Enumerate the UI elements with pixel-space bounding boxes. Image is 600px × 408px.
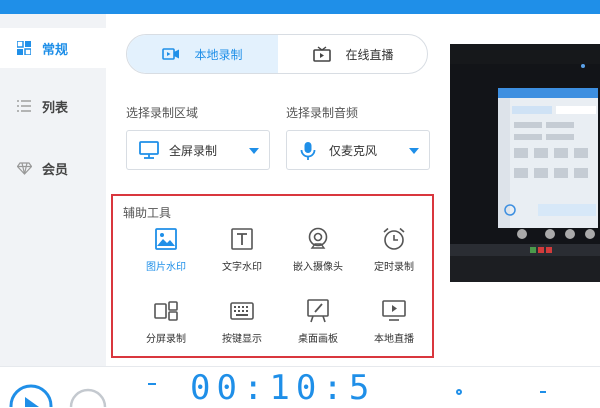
grid-icon <box>16 40 32 56</box>
tool-label: 按键显示 <box>222 334 262 345</box>
sidebar-item-label: 常规 <box>42 42 69 58</box>
record-area-value: 全屏录制 <box>169 143 218 158</box>
webcam-icon <box>305 226 331 252</box>
tool-label: 文字水印 <box>222 262 262 273</box>
tool-label: 本地直播 <box>374 334 414 345</box>
tool-label: 嵌入摄像头 <box>293 262 343 273</box>
title-bar <box>0 0 600 14</box>
tool-local-live[interactable]: 本地直播 <box>358 298 430 348</box>
tool-label: 分屏录制 <box>146 334 186 345</box>
sidebar-item-list[interactable]: 列表 <box>0 86 106 126</box>
image-icon <box>153 226 179 252</box>
tool-label: 定时录制 <box>374 262 414 273</box>
sidebar-item-label: 会员 <box>42 162 69 178</box>
tools-panel: 辅助工具 图片水印 文字水印 嵌入摄像头 定时录制 分屏录制 按键显示 桌面画板… <box>111 194 434 358</box>
record-area-select[interactable]: 全屏录制 <box>126 130 270 170</box>
record-audio-label: 选择录制音频 <box>286 106 359 120</box>
timer-separator <box>148 383 156 385</box>
drawing-board-icon <box>305 298 331 324</box>
sidebar: 常规 列表 会员 <box>0 14 106 366</box>
tab-label: 本地录制 <box>194 47 243 62</box>
sidebar-item-vip[interactable]: 会员 <box>0 148 106 188</box>
record-audio-select[interactable]: 仅麦克风 <box>286 130 430 170</box>
record-audio-value: 仅麦克风 <box>329 143 378 158</box>
tool-text-watermark[interactable]: 文字水印 <box>206 226 278 276</box>
split-screen-icon <box>153 298 179 324</box>
chevron-down-icon <box>409 148 419 154</box>
tv-icon <box>313 46 332 62</box>
play-screen-icon <box>381 298 407 324</box>
sidebar-item-general[interactable]: 常规 <box>0 28 106 68</box>
player-bar: 00:10:5 <box>0 366 600 407</box>
list-icon <box>16 98 32 114</box>
microphone-icon <box>299 141 317 165</box>
keyboard-icon <box>229 298 255 324</box>
record-area-label: 选择录制区域 <box>126 106 199 120</box>
chevron-down-icon <box>249 148 259 154</box>
tab-local-record[interactable]: 本地录制 <box>127 35 278 73</box>
tool-key-display[interactable]: 按键显示 <box>206 298 278 348</box>
tool-embed-webcam[interactable]: 嵌入摄像头 <box>282 226 354 276</box>
tool-scheduled-record[interactable]: 定时录制 <box>358 226 430 276</box>
diamond-icon <box>16 160 32 176</box>
text-icon <box>229 226 255 252</box>
video-camera-icon <box>162 48 180 60</box>
mode-switch: 本地录制 在线直播 <box>126 34 428 74</box>
tab-label: 在线直播 <box>345 47 394 62</box>
tools-title: 辅助工具 <box>123 206 172 220</box>
minimize-icon[interactable] <box>540 391 546 393</box>
tool-desktop-drawing-board[interactable]: 桌面画板 <box>282 298 354 348</box>
tab-live-stream[interactable]: 在线直播 <box>278 35 427 73</box>
sidebar-item-label: 列表 <box>42 100 69 116</box>
tool-label: 桌面画板 <box>298 334 338 345</box>
tool-image-watermark[interactable]: 图片水印 <box>130 226 202 276</box>
stop-button[interactable] <box>68 387 108 407</box>
settings-icon[interactable] <box>456 389 462 395</box>
tool-split-screen[interactable]: 分屏录制 <box>130 298 202 348</box>
monitor-icon <box>139 141 159 163</box>
play-button[interactable] <box>8 383 54 407</box>
tool-label: 图片水印 <box>146 262 186 273</box>
alarm-clock-icon <box>381 226 407 252</box>
screen-preview <box>450 44 600 282</box>
